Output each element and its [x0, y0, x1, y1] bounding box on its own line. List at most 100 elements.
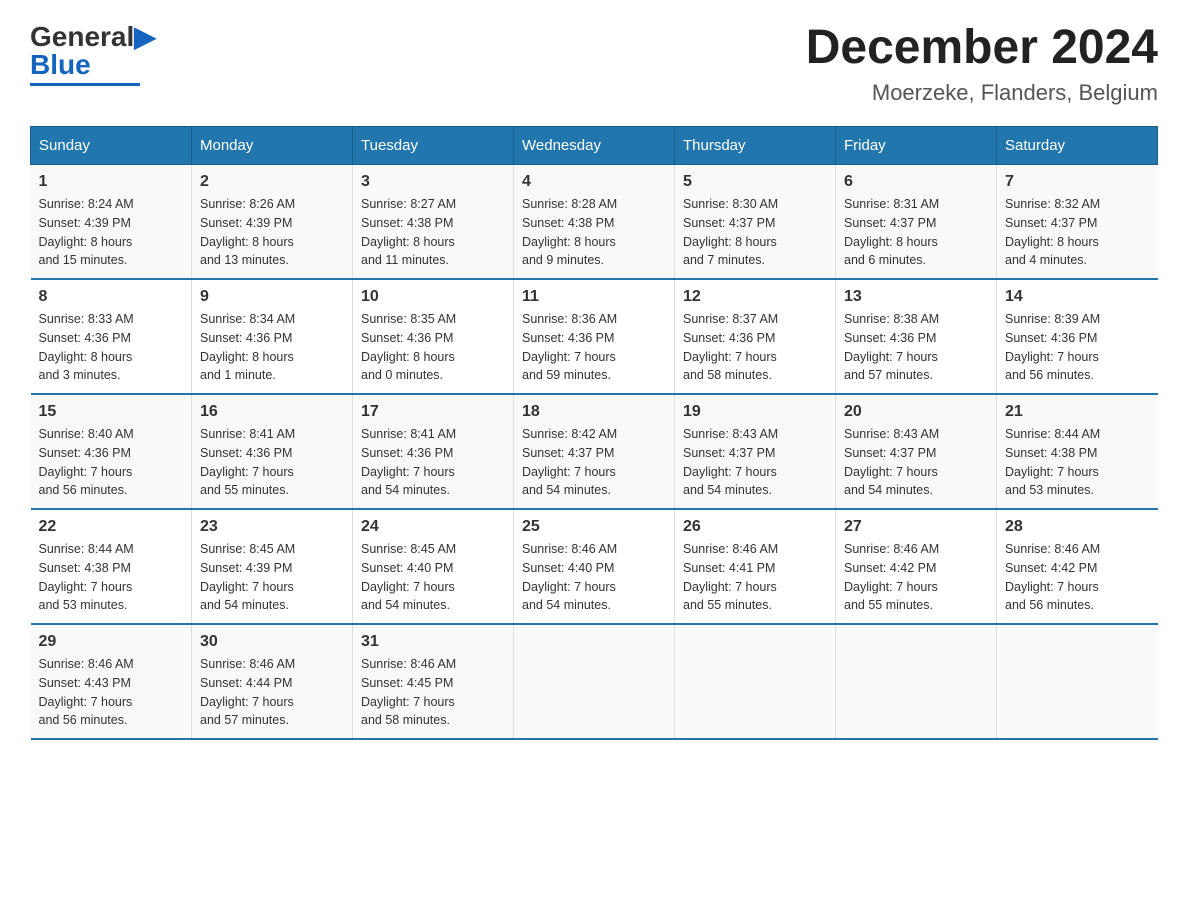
day-info: Sunrise: 8:45 AM Sunset: 4:39 PM Dayligh…	[200, 540, 344, 615]
calendar-day-cell: 6 Sunrise: 8:31 AM Sunset: 4:37 PM Daylig…	[836, 165, 997, 280]
day-number: 4	[522, 173, 666, 191]
calendar-day-cell: 22 Sunrise: 8:44 AM Sunset: 4:38 PM Dayli…	[31, 509, 192, 624]
calendar-day-cell: 20 Sunrise: 8:43 AM Sunset: 4:37 PM Dayli…	[836, 394, 997, 509]
calendar-day-cell: 10 Sunrise: 8:35 AM Sunset: 4:36 PM Dayli…	[353, 279, 514, 394]
day-number: 27	[844, 518, 988, 536]
day-number: 20	[844, 403, 988, 421]
day-number: 29	[39, 633, 184, 651]
calendar-day-cell: 18 Sunrise: 8:42 AM Sunset: 4:37 PM Dayli…	[514, 394, 675, 509]
day-number: 18	[522, 403, 666, 421]
day-info: Sunrise: 8:37 AM Sunset: 4:36 PM Dayligh…	[683, 310, 827, 385]
day-number: 7	[1005, 173, 1150, 191]
col-friday: Friday	[836, 127, 997, 165]
day-number: 24	[361, 518, 505, 536]
day-info: Sunrise: 8:33 AM Sunset: 4:36 PM Dayligh…	[39, 310, 184, 385]
day-info: Sunrise: 8:40 AM Sunset: 4:36 PM Dayligh…	[39, 425, 184, 500]
calendar-day-cell: 11 Sunrise: 8:36 AM Sunset: 4:36 PM Dayli…	[514, 279, 675, 394]
calendar-day-cell: 12 Sunrise: 8:37 AM Sunset: 4:36 PM Dayli…	[675, 279, 836, 394]
day-info: Sunrise: 8:44 AM Sunset: 4:38 PM Dayligh…	[1005, 425, 1150, 500]
day-info: Sunrise: 8:42 AM Sunset: 4:37 PM Dayligh…	[522, 425, 666, 500]
day-info: Sunrise: 8:31 AM Sunset: 4:37 PM Dayligh…	[844, 195, 988, 270]
logo: General▶ Blue	[30, 20, 156, 86]
calendar-day-cell: 7 Sunrise: 8:32 AM Sunset: 4:37 PM Daylig…	[997, 165, 1158, 280]
day-number: 10	[361, 288, 505, 306]
day-number: 14	[1005, 288, 1150, 306]
calendar-day-cell: 24Sunrise: 8:45 AM Sunset: 4:40 PM Dayli…	[353, 509, 514, 624]
day-number: 13	[844, 288, 988, 306]
day-info: Sunrise: 8:46 AM Sunset: 4:41 PM Dayligh…	[683, 540, 827, 615]
calendar-week-row: 29 Sunrise: 8:46 AM Sunset: 4:43 PM Dayli…	[31, 624, 1158, 739]
calendar-day-cell: 3 Sunrise: 8:27 AM Sunset: 4:38 PM Daylig…	[353, 165, 514, 280]
logo-blue-text: Blue	[30, 49, 91, 81]
day-info: Sunrise: 8:46 AM Sunset: 4:42 PM Dayligh…	[1005, 540, 1150, 615]
calendar-day-cell: 8Sunrise: 8:33 AM Sunset: 4:36 PM Daylig…	[31, 279, 192, 394]
calendar-day-cell	[675, 624, 836, 739]
day-info: Sunrise: 8:44 AM Sunset: 4:38 PM Dayligh…	[39, 540, 184, 615]
day-info: Sunrise: 8:43 AM Sunset: 4:37 PM Dayligh…	[844, 425, 988, 500]
calendar-day-cell: 28 Sunrise: 8:46 AM Sunset: 4:42 PM Dayli…	[997, 509, 1158, 624]
day-number: 15	[39, 403, 184, 421]
calendar-day-cell: 27 Sunrise: 8:46 AM Sunset: 4:42 PM Dayli…	[836, 509, 997, 624]
day-info: Sunrise: 8:35 AM Sunset: 4:36 PM Dayligh…	[361, 310, 505, 385]
calendar-day-cell: 31Sunrise: 8:46 AM Sunset: 4:45 PM Dayli…	[353, 624, 514, 739]
calendar-day-cell: 13 Sunrise: 8:38 AM Sunset: 4:36 PM Dayli…	[836, 279, 997, 394]
calendar-day-cell: 30Sunrise: 8:46 AM Sunset: 4:44 PM Dayli…	[192, 624, 353, 739]
calendar-day-cell: 16Sunrise: 8:41 AM Sunset: 4:36 PM Dayli…	[192, 394, 353, 509]
calendar-week-row: 8Sunrise: 8:33 AM Sunset: 4:36 PM Daylig…	[31, 279, 1158, 394]
day-number: 30	[200, 633, 344, 651]
day-number: 17	[361, 403, 505, 421]
calendar-header-row: Sunday Monday Tuesday Wednesday Thursday…	[31, 127, 1158, 165]
day-info: Sunrise: 8:24 AM Sunset: 4:39 PM Dayligh…	[39, 195, 184, 270]
calendar-day-cell: 15 Sunrise: 8:40 AM Sunset: 4:36 PM Dayli…	[31, 394, 192, 509]
col-sunday: Sunday	[31, 127, 192, 165]
day-number: 11	[522, 288, 666, 306]
day-info: Sunrise: 8:43 AM Sunset: 4:37 PM Dayligh…	[683, 425, 827, 500]
day-number: 6	[844, 173, 988, 191]
day-number: 12	[683, 288, 827, 306]
day-info: Sunrise: 8:38 AM Sunset: 4:36 PM Dayligh…	[844, 310, 988, 385]
day-info: Sunrise: 8:41 AM Sunset: 4:36 PM Dayligh…	[361, 425, 505, 500]
calendar-day-cell	[997, 624, 1158, 739]
day-info: Sunrise: 8:46 AM Sunset: 4:40 PM Dayligh…	[522, 540, 666, 615]
col-thursday: Thursday	[675, 127, 836, 165]
col-monday: Monday	[192, 127, 353, 165]
calendar-day-cell: 1 Sunrise: 8:24 AM Sunset: 4:39 PM Daylig…	[31, 165, 192, 280]
calendar-week-row: 15 Sunrise: 8:40 AM Sunset: 4:36 PM Dayli…	[31, 394, 1158, 509]
day-number: 19	[683, 403, 827, 421]
calendar-day-cell	[836, 624, 997, 739]
calendar-day-cell: 14 Sunrise: 8:39 AM Sunset: 4:36 PM Dayli…	[997, 279, 1158, 394]
day-info: Sunrise: 8:39 AM Sunset: 4:36 PM Dayligh…	[1005, 310, 1150, 385]
day-info: Sunrise: 8:46 AM Sunset: 4:43 PM Dayligh…	[39, 655, 184, 730]
day-info: Sunrise: 8:32 AM Sunset: 4:37 PM Dayligh…	[1005, 195, 1150, 270]
day-number: 26	[683, 518, 827, 536]
day-number: 2	[200, 173, 344, 191]
calendar-day-cell: 2Sunrise: 8:26 AM Sunset: 4:39 PM Daylig…	[192, 165, 353, 280]
day-number: 5	[683, 173, 827, 191]
calendar-week-row: 22 Sunrise: 8:44 AM Sunset: 4:38 PM Dayli…	[31, 509, 1158, 624]
day-number: 23	[200, 518, 344, 536]
page-subtitle: Moerzeke, Flanders, Belgium	[806, 80, 1158, 106]
day-info: Sunrise: 8:34 AM Sunset: 4:36 PM Dayligh…	[200, 310, 344, 385]
calendar-day-cell: 26 Sunrise: 8:46 AM Sunset: 4:41 PM Dayli…	[675, 509, 836, 624]
calendar-day-cell: 5Sunrise: 8:30 AM Sunset: 4:37 PM Daylig…	[675, 165, 836, 280]
col-tuesday: Tuesday	[353, 127, 514, 165]
calendar-day-cell: 21 Sunrise: 8:44 AM Sunset: 4:38 PM Dayli…	[997, 394, 1158, 509]
page-title: December 2024	[806, 20, 1158, 75]
calendar-day-cell	[514, 624, 675, 739]
title-area: December 2024 Moerzeke, Flanders, Belgiu…	[806, 20, 1158, 106]
day-number: 28	[1005, 518, 1150, 536]
page-header: General▶ Blue December 2024 Moerzeke, Fl…	[30, 20, 1158, 106]
day-info: Sunrise: 8:36 AM Sunset: 4:36 PM Dayligh…	[522, 310, 666, 385]
day-info: Sunrise: 8:46 AM Sunset: 4:42 PM Dayligh…	[844, 540, 988, 615]
day-number: 21	[1005, 403, 1150, 421]
logo-underline	[30, 83, 140, 86]
day-number: 1	[39, 173, 184, 191]
day-number: 22	[39, 518, 184, 536]
day-info: Sunrise: 8:27 AM Sunset: 4:38 PM Dayligh…	[361, 195, 505, 270]
calendar-day-cell: 19 Sunrise: 8:43 AM Sunset: 4:37 PM Dayli…	[675, 394, 836, 509]
day-number: 25	[522, 518, 666, 536]
day-number: 9	[200, 288, 344, 306]
calendar-day-cell: 9 Sunrise: 8:34 AM Sunset: 4:36 PM Daylig…	[192, 279, 353, 394]
day-number: 31	[361, 633, 505, 651]
day-number: 3	[361, 173, 505, 191]
